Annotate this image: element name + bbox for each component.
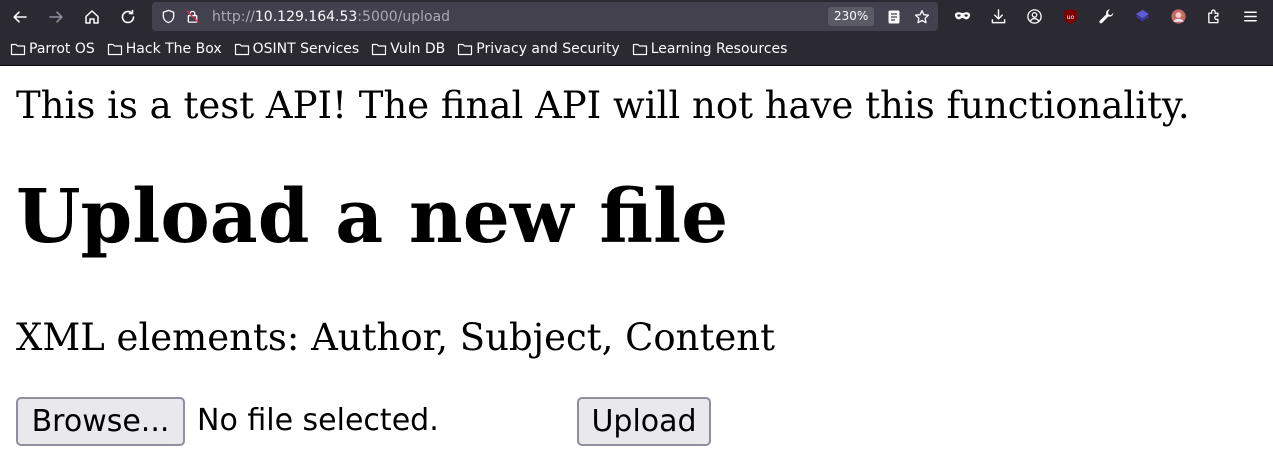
account-button[interactable]	[1016, 0, 1052, 33]
bookmark-label: Vuln DB	[390, 41, 446, 57]
svg-text:uo: uo	[1066, 14, 1074, 21]
folder-icon	[107, 43, 122, 56]
ublock-icon: uo	[1063, 8, 1077, 25]
browser-toolbar: http://10.129.164.53:5000/upload 230% uo	[0, 0, 1273, 33]
url-path: :5000/upload	[357, 8, 451, 25]
extension-toolbar: uo	[944, 0, 1268, 33]
url-text: http://10.129.164.53:5000/upload	[212, 9, 450, 25]
download-icon	[991, 9, 1005, 24]
reader-view-button[interactable]	[880, 2, 908, 31]
bookmark-folder-learning-resources[interactable]: Learning Resources	[628, 37, 792, 61]
app-menu-button[interactable]	[1232, 0, 1268, 33]
menu-icon	[1243, 11, 1257, 22]
insecure-lock-icon	[185, 10, 199, 23]
bookmark-label: Privacy and Security	[476, 41, 620, 57]
reload-button[interactable]	[110, 0, 146, 33]
back-icon	[13, 10, 27, 23]
ublock-extension-button[interactable]: uo	[1052, 0, 1088, 33]
page-icon	[888, 10, 900, 23]
bookmark-label: Learning Resources	[650, 41, 788, 57]
folder-icon	[632, 43, 647, 56]
folder-icon	[10, 43, 26, 56]
layers-icon	[1135, 9, 1149, 22]
upload-form: Browse... No file selected. Upload	[16, 397, 816, 447]
mask-icon	[954, 12, 970, 20]
account-icon	[1026, 9, 1042, 24]
folder-icon	[372, 43, 387, 56]
reload-icon	[121, 9, 135, 23]
test-api-notice: This is a test API! The final API will n…	[16, 84, 1190, 127]
xml-elements-hint: XML elements: Author, Subject, Content	[16, 316, 775, 359]
bookmark-folder-parrot-os[interactable]: Parrot OS	[6, 37, 99, 61]
address-bar[interactable]: http://10.129.164.53:5000/upload 230%	[152, 2, 938, 31]
page-title: Upload a new file	[16, 174, 729, 260]
browse-file-button[interactable]: Browse...	[16, 397, 185, 446]
wrench-icon	[1098, 9, 1113, 24]
private-mask-button[interactable]	[944, 0, 980, 33]
file-selection-status: No file selected.	[197, 403, 439, 438]
extensions-icon	[1207, 9, 1219, 24]
folder-icon	[234, 43, 249, 56]
layers-extension-button[interactable]	[1124, 0, 1160, 33]
avatar-extension-button[interactable]	[1160, 0, 1196, 33]
bookmark-star-button[interactable]	[908, 2, 936, 31]
zoom-level-badge[interactable]: 230%	[828, 7, 875, 26]
bookmark-folder-vuln-db[interactable]: Vuln DB	[367, 37, 449, 61]
forward-button[interactable]	[38, 0, 74, 33]
wrench-extension-button[interactable]	[1088, 0, 1124, 33]
shield-icon	[162, 9, 174, 24]
downloads-button[interactable]	[980, 0, 1016, 33]
upload-button[interactable]: Upload	[577, 397, 711, 446]
forward-icon	[49, 10, 63, 23]
url-host: 10.129.164.53	[254, 8, 358, 25]
star-icon	[914, 9, 930, 23]
url-scheme: http://	[212, 8, 255, 25]
folder-icon	[458, 43, 473, 56]
home-icon	[85, 9, 99, 24]
back-button[interactable]	[2, 0, 38, 33]
extension-avatar-icon	[1170, 9, 1186, 24]
extensions-button[interactable]	[1196, 0, 1232, 33]
site-info-button[interactable]	[178, 2, 206, 31]
bookmark-label: Hack The Box	[125, 41, 222, 57]
bookmark-label: Parrot OS	[29, 41, 95, 57]
bookmark-label: OSINT Services	[252, 41, 360, 57]
home-button[interactable]	[74, 0, 110, 33]
bookmark-folder-privacy-and-security[interactable]: Privacy and Security	[453, 37, 623, 61]
bookmark-folder-osint-services[interactable]: OSINT Services	[230, 37, 364, 61]
bookmarks-toolbar: Parrot OS Hack The Box OSINT Services Vu…	[0, 33, 1273, 66]
bookmark-folder-hack-the-box[interactable]: Hack The Box	[103, 37, 226, 61]
